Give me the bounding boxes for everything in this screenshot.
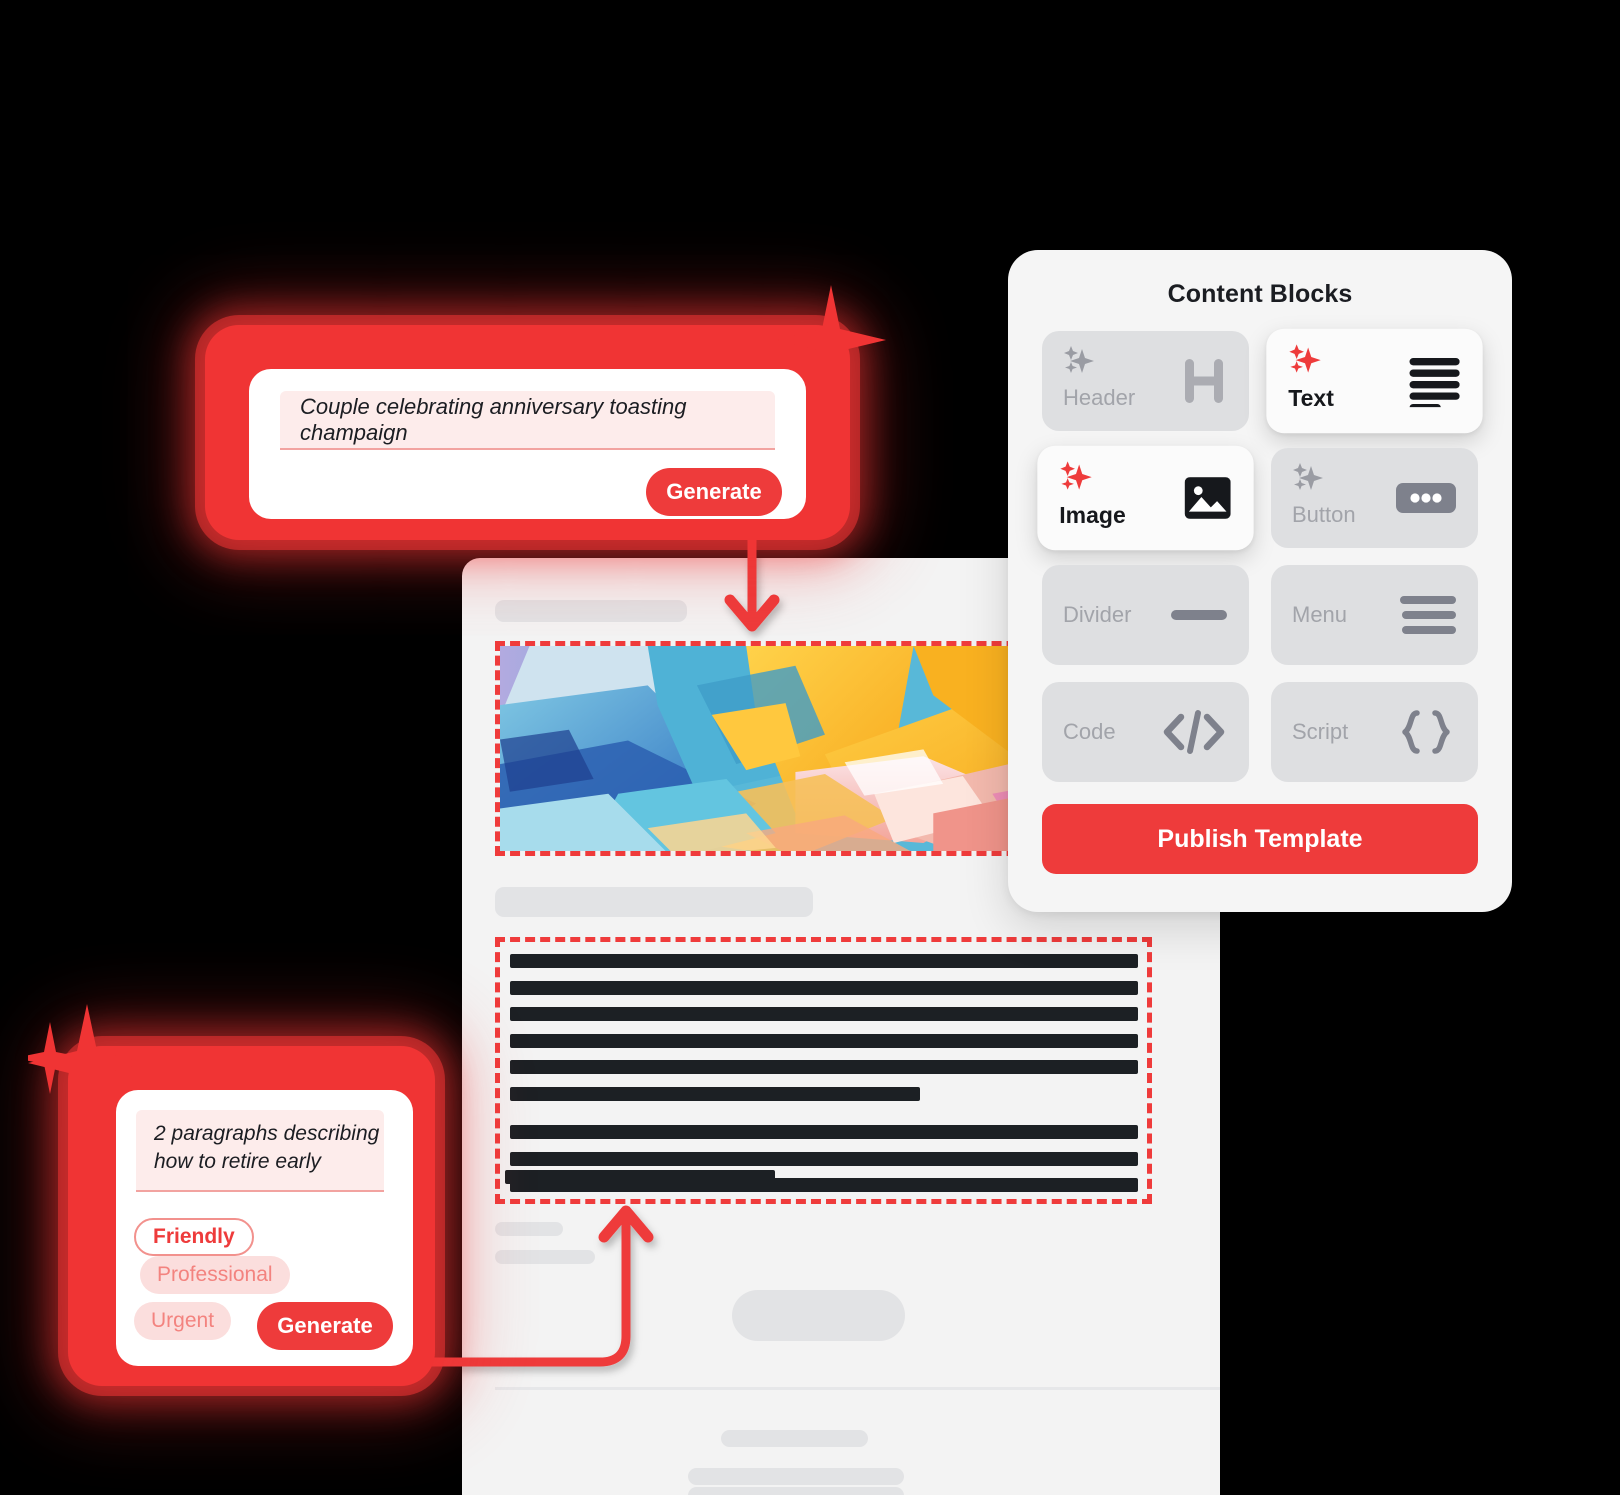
code-brackets-icon [1161,708,1227,756]
text-line [510,981,1138,995]
block-label: Code [1063,719,1116,744]
block-script[interactable]: Script [1271,682,1478,782]
skeleton-cta-button[interactable] [732,1290,905,1341]
block-label: Menu [1292,602,1348,627]
letter-h-icon [1181,355,1227,407]
tone-tag-urgent[interactable]: Urgent [134,1302,232,1340]
content-blocks-grid: Header Text Image Button Divider Menu Co… [1037,328,1483,782]
image-prompt-input[interactable]: Couple celebrating anniversary toasting … [280,391,775,450]
image-prompt-card: Couple celebrating anniversary toasting … [249,369,806,519]
tone-tag-professional[interactable]: Professional [140,1256,290,1294]
image-generate-button[interactable]: Generate [646,468,782,516]
horizontal-rule-icon [1171,610,1227,620]
image-prompt-value: Couple celebrating anniversary toasting … [300,393,687,445]
text-line-overflow [505,1170,775,1184]
content-blocks-panel: Content Blocks Header Text Image Button … [1008,250,1512,912]
block-text[interactable]: Text [1266,328,1483,434]
text-line [510,1087,920,1101]
hamburger-icon [1400,596,1456,634]
block-label: Divider [1063,602,1132,627]
text-line [510,1152,1138,1166]
block-button[interactable]: Button [1271,448,1478,548]
text-prompt-input[interactable]: 2 paragraphs describing how to retire ea… [136,1110,384,1192]
skeleton-heading-top [495,600,687,622]
sparkle-icon [1291,462,1325,497]
text-generate-button[interactable]: Generate [257,1302,393,1350]
canvas-text-block[interactable] [495,937,1152,1204]
picture-icon [1184,477,1231,519]
composition-root: Couple celebrating anniversary toasting … [0,0,1620,1495]
sparkle-icon [1287,343,1323,380]
block-image[interactable]: Image [1037,445,1254,551]
block-label: Image [1059,502,1126,529]
sparkle-icon [1062,345,1096,380]
block-divider[interactable]: Divider [1042,565,1249,665]
text-prompt-card: 2 paragraphs describing how to retire ea… [116,1090,413,1366]
skeleton-footer-title [721,1430,868,1447]
text-line [510,1060,1138,1074]
text-line [510,1125,1138,1139]
curly-braces-icon [1396,708,1456,756]
text-prompt-glow-card: 2 paragraphs describing how to retire ea… [28,1004,435,1386]
skeleton-footer-body-2 [688,1487,904,1495]
text-line [510,1007,1138,1021]
text-line [510,1034,1138,1048]
sparkle-icon [1058,460,1094,497]
pill-dots-icon [1396,483,1456,513]
text-prompt-value: 2 paragraphs describing how to retire ea… [154,1122,380,1174]
tone-tag-friendly[interactable]: Friendly [134,1218,254,1256]
block-label: Button [1292,502,1356,527]
skeleton-subheading [495,887,813,917]
publish-template-button[interactable]: Publish Template [1042,804,1478,874]
block-label: Header [1063,385,1136,410]
panel-title: Content Blocks [1167,280,1353,308]
image-prompt-glow-card: Couple celebrating anniversary toasting … [205,285,886,540]
block-code[interactable]: Code [1042,682,1249,782]
text-lines-icon [1409,355,1460,408]
text-line [510,954,1138,968]
block-menu[interactable]: Menu [1271,565,1478,665]
block-header[interactable]: Header [1042,331,1249,431]
arrow-text-prompt-to-block [423,1205,654,1367]
block-label: Script [1292,719,1349,744]
block-label: Text [1288,385,1334,412]
skeleton-footer-body-1 [688,1468,904,1485]
